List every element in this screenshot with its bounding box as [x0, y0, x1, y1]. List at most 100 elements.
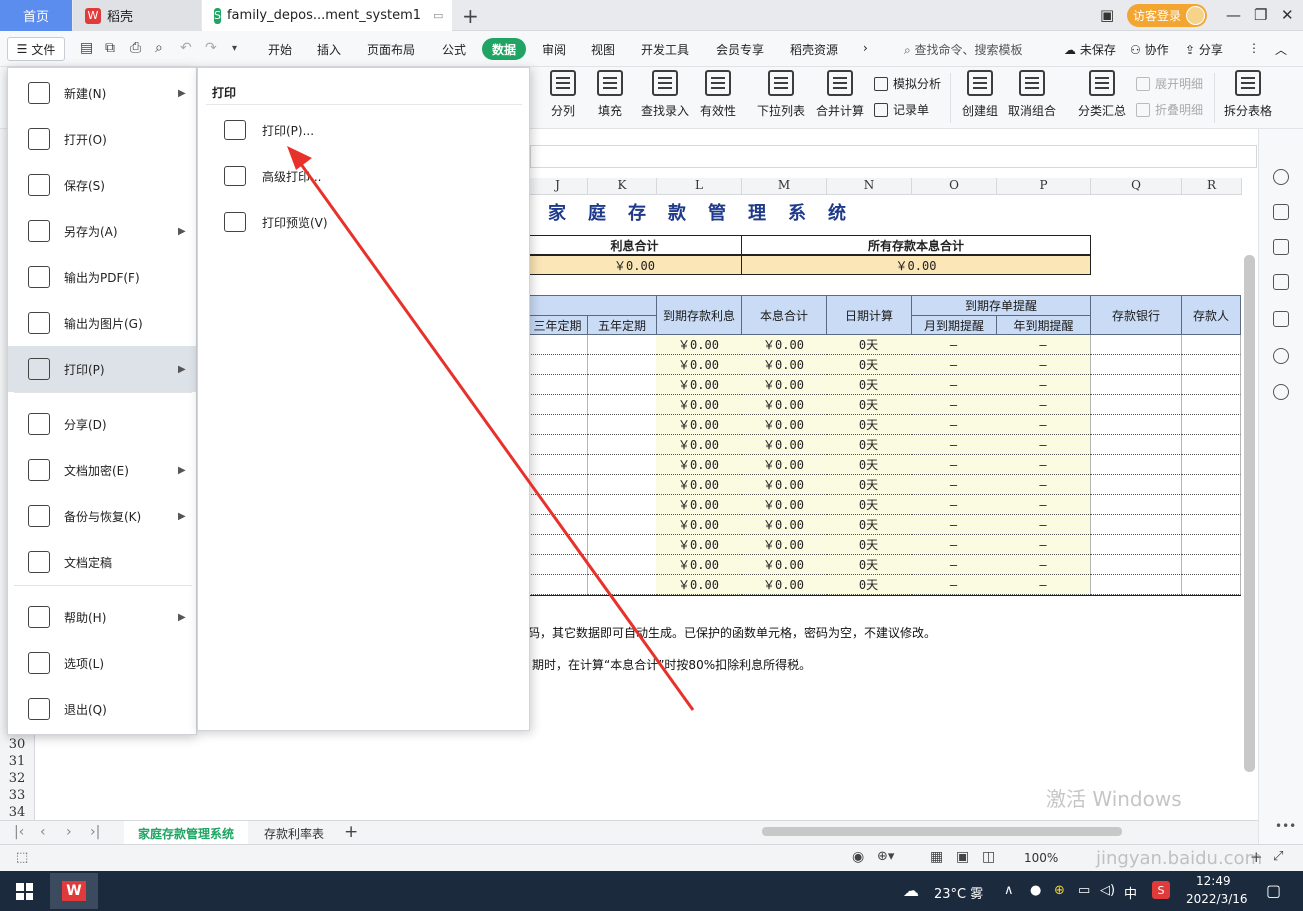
table-cell[interactable]: ￥0.00	[656, 335, 742, 355]
table-cell[interactable]	[1181, 555, 1241, 575]
next-sheet-icon[interactable]: ›	[66, 824, 72, 840]
table-cell[interactable]	[1090, 435, 1182, 455]
table-cell[interactable]	[1181, 335, 1241, 355]
table-cell[interactable]: ￥0.00	[741, 335, 827, 355]
table-cell[interactable]: 0天	[826, 535, 912, 555]
table-cell[interactable]: 0天	[826, 415, 912, 435]
table-cell[interactable]	[1090, 415, 1182, 435]
column-header[interactable]: J	[528, 178, 588, 195]
column-header[interactable]: N	[827, 178, 912, 195]
table-cell[interactable]: —	[996, 355, 1091, 375]
unsaved-button[interactable]: ☁ 未保存	[1064, 41, 1116, 58]
table-cell[interactable]	[1181, 575, 1241, 595]
table-cell[interactable]	[528, 575, 588, 595]
undo-icon[interactable]: ↶	[180, 40, 192, 56]
simulate-analysis-button[interactable]: 模拟分析	[874, 75, 941, 92]
tray-expand-icon[interactable]: ∧	[1004, 883, 1014, 898]
header-five-year[interactable]: 五年定期	[587, 315, 657, 335]
table-cell[interactable]: 0天	[826, 335, 912, 355]
table-cell[interactable]: —	[911, 495, 997, 515]
table-cell[interactable]: 0天	[826, 515, 912, 535]
table-cell[interactable]: —	[996, 535, 1091, 555]
table-cell[interactable]	[1090, 515, 1182, 535]
table-cell[interactable]: 0天	[826, 555, 912, 575]
new-tab-plus-icon[interactable]: +	[462, 4, 479, 28]
preview-quick-icon[interactable]: ⌕	[155, 40, 163, 56]
file-menu-item[interactable]: 文档定稿	[8, 539, 196, 585]
ime-indicator[interactable]: 中	[1124, 883, 1137, 902]
last-sheet-icon[interactable]: ›|	[90, 824, 100, 840]
page-break-view-icon[interactable]: ◫	[982, 849, 995, 865]
collapse-detail-button[interactable]: 折叠明细	[1136, 101, 1203, 118]
menu-insert[interactable]: 插入	[317, 41, 341, 58]
more-dots-icon[interactable]: •••	[1275, 819, 1296, 833]
vertical-scrollbar[interactable]	[1244, 255, 1255, 772]
more-options-icon[interactable]: ⋮	[1248, 41, 1260, 55]
file-menu-item[interactable]: 输出为PDF(F)	[8, 254, 196, 300]
print-quick-icon[interactable]: ⎙	[130, 40, 141, 56]
horizontal-scrollbar[interactable]	[738, 825, 1250, 837]
table-cell[interactable]: ￥0.00	[656, 455, 742, 475]
clock-date[interactable]: 2022/3/16	[1186, 892, 1248, 906]
collab-button[interactable]: ⚇ 协作	[1130, 41, 1169, 58]
table-cell[interactable]: 0天	[826, 375, 912, 395]
horizontal-scroll-thumb[interactable]	[762, 827, 1122, 836]
file-menu-item[interactable]: 打开(O)	[8, 116, 196, 162]
table-cell[interactable]: 0天	[826, 575, 912, 595]
all-total-value[interactable]: ￥0.00	[741, 255, 1091, 275]
wps-taskbar-button[interactable]: W	[50, 873, 98, 909]
table-cell[interactable]	[587, 555, 657, 575]
help-icon[interactable]	[1273, 384, 1289, 400]
table-cell[interactable]: ￥0.00	[656, 375, 742, 395]
redo-icon[interactable]: ↷	[205, 40, 217, 56]
table-cell[interactable]: ￥0.00	[656, 555, 742, 575]
split-column-button[interactable]: 分列	[550, 70, 576, 119]
quick-dropdown-icon[interactable]: ▾	[232, 43, 237, 54]
table-cell[interactable]	[587, 355, 657, 375]
close-icon[interactable]: ✕	[1281, 6, 1294, 24]
table-cell[interactable]	[1181, 395, 1241, 415]
table-cell[interactable]	[1090, 495, 1182, 515]
save-quick-icon[interactable]: ▤	[80, 40, 93, 56]
table-cell[interactable]	[528, 375, 588, 395]
share-button[interactable]: ⇪ 分享	[1185, 41, 1223, 58]
action-center-icon[interactable]: ▢	[1266, 881, 1281, 900]
table-cell[interactable]: —	[911, 535, 997, 555]
file-menu-item[interactable]: 新建(N) ▶	[8, 70, 196, 116]
table-cell[interactable]: ￥0.00	[741, 535, 827, 555]
table-cell[interactable]: —	[996, 495, 1091, 515]
table-cell[interactable]: —	[996, 435, 1091, 455]
zoom-level[interactable]: 100%	[1024, 851, 1058, 865]
table-cell[interactable]: ￥0.00	[656, 475, 742, 495]
all-total-label[interactable]: 所有存款本息合计	[741, 235, 1091, 255]
table-cell[interactable]: ￥0.00	[741, 575, 827, 595]
table-cell[interactable]: 0天	[826, 495, 912, 515]
table-cell[interactable]	[528, 515, 588, 535]
table-cell[interactable]: —	[911, 575, 997, 595]
consolidate-button[interactable]: 合并计算	[816, 70, 864, 119]
table-cell[interactable]: —	[911, 335, 997, 355]
image-icon[interactable]	[1273, 311, 1289, 327]
header-principal-interest[interactable]: 本息合计	[741, 295, 827, 335]
table-cell[interactable]	[1181, 515, 1241, 535]
table-cell[interactable]: ￥0.00	[656, 575, 742, 595]
header-date-calc[interactable]: 日期计算	[826, 295, 912, 335]
file-menu-item[interactable]: 选项(L)	[8, 640, 196, 686]
menu-more-icon[interactable]: ›	[863, 41, 868, 55]
table-cell[interactable]	[587, 395, 657, 415]
split-table-button[interactable]: 拆分表格	[1224, 70, 1272, 119]
table-cell[interactable]: —	[911, 515, 997, 535]
advanced-print-button[interactable]: 高级打印...	[198, 156, 529, 196]
table-cell[interactable]: 0天	[826, 435, 912, 455]
pointer-icon[interactable]	[1273, 204, 1289, 220]
table-cell[interactable]: ￥0.00	[656, 495, 742, 515]
table-cell[interactable]	[587, 375, 657, 395]
first-sheet-icon[interactable]: |‹	[14, 824, 24, 840]
table-cell[interactable]: ￥0.00	[656, 535, 742, 555]
menu-data[interactable]: 数据	[482, 38, 526, 60]
table-cell[interactable]	[528, 415, 588, 435]
table-cell[interactable]	[1181, 495, 1241, 515]
dropdown-list-button[interactable]: 下拉列表	[757, 70, 805, 119]
file-menu-item[interactable]: 帮助(H) ▶	[8, 594, 196, 640]
table-cell[interactable]: —	[911, 435, 997, 455]
